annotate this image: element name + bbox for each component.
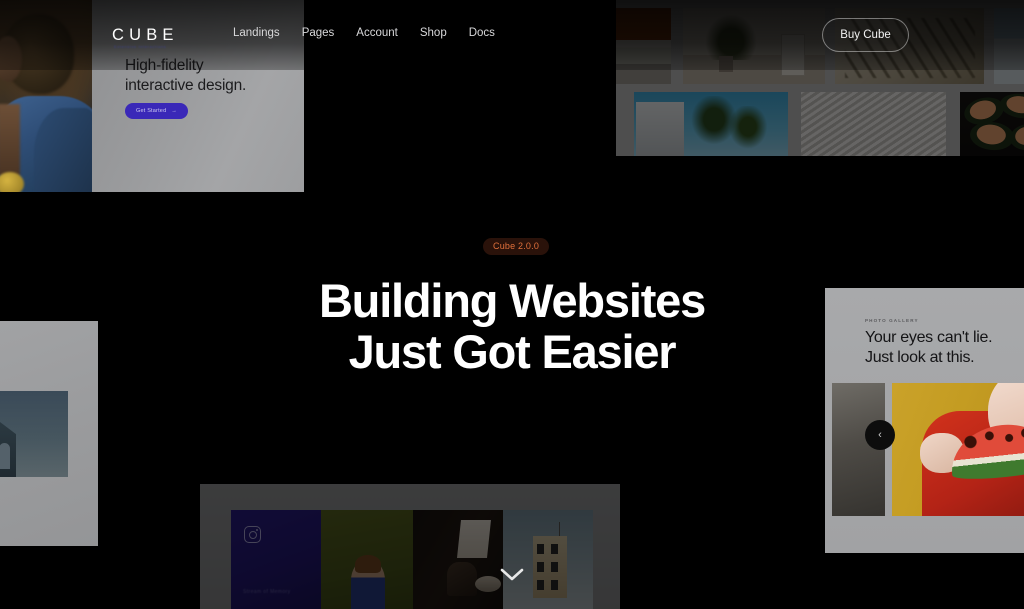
arrow-right-icon: →: [171, 108, 178, 114]
building-window: [551, 562, 558, 572]
grid-photo-palm-sky: [634, 92, 788, 156]
grid-photo-white-blinds: [801, 92, 946, 156]
page-root: High-fidelity interactive design. Get St…: [0, 0, 1024, 609]
gallery-strip: [825, 383, 1024, 516]
get-started-button[interactable]: Get Started →: [125, 103, 189, 119]
green-photo-subject-hair: [355, 555, 381, 573]
grid-photo-papaya: [960, 92, 1024, 156]
instagram-strip: Stream of Memory: [231, 510, 593, 609]
photo-gallery-card: PHOTO GALLERY Your eyes can't lie. Just …: [825, 288, 1024, 553]
building-antenna: [559, 522, 560, 537]
building-window: [537, 562, 544, 572]
instagram-label: Stream of Memory: [243, 589, 291, 595]
building-window: [551, 580, 558, 590]
nav-links: Landings Pages Account Shop Docs: [233, 27, 508, 39]
person-neck: [0, 104, 20, 176]
navbar: CUBE Extensive Interactions Landings Pag…: [0, 0, 1024, 70]
brand-logo[interactable]: CUBE: [112, 26, 179, 45]
gallery-thumb-watermelon[interactable]: [892, 383, 1024, 516]
building-window: [551, 544, 558, 554]
hero-headline-line2: interactive design.: [125, 77, 247, 95]
watermelon-slice: [947, 419, 1024, 483]
buy-cube-button[interactable]: Buy Cube: [822, 18, 909, 52]
instagram-photo-green[interactable]: [321, 510, 413, 609]
nav-item-account[interactable]: Account: [356, 27, 420, 39]
new-york-card: ↗ New York, USA: [0, 321, 98, 546]
version-badge: Cube 2.0.0: [483, 238, 550, 255]
gallery-title: Your eyes can't lie. Just look at this.: [865, 328, 1024, 369]
watermelon-seeds: [947, 419, 1024, 483]
person-jacket-lapel: [34, 108, 92, 192]
nav-item-pages[interactable]: Pages: [302, 27, 357, 39]
papaya-half-4: [1008, 121, 1024, 153]
gallery-title-line2: Just look at this.: [865, 349, 975, 367]
instagram-photo-interior[interactable]: [413, 510, 503, 609]
nav-item-shop[interactable]: Shop: [420, 27, 469, 39]
page-title-line1: Building Websites: [318, 274, 706, 327]
instagram-cta-tile[interactable]: Stream of Memory: [231, 510, 321, 609]
person-accessory: [0, 172, 24, 192]
building-window: [537, 580, 544, 590]
interior-window: [457, 520, 491, 558]
instagram-feed-card: Stream of Memory: [200, 484, 620, 609]
papaya-half-3: [968, 119, 1016, 153]
interior-object: [447, 562, 477, 596]
building-window: [537, 544, 544, 554]
brand-subtitle: Extensive Interactions: [114, 44, 167, 49]
gallery-prev-button[interactable]: ‹: [865, 420, 895, 450]
instagram-photo-building[interactable]: [503, 510, 593, 609]
new-york-photo: ↗ New York, USA: [0, 391, 68, 477]
interior-bowl: [475, 576, 501, 592]
nav-item-landings[interactable]: Landings: [233, 27, 302, 39]
instagram-icon: [244, 526, 261, 543]
new-york-label: New York, USA: [0, 447, 58, 473]
gallery-title-line1: Your eyes can't lie.: [865, 329, 993, 346]
nav-item-docs[interactable]: Docs: [469, 27, 508, 39]
get-started-label: Get Started: [136, 108, 167, 114]
chevron-down-icon[interactable]: [500, 568, 524, 582]
papaya-half-2: [998, 92, 1024, 121]
palm-tree-2: [726, 106, 770, 152]
gallery-eyebrow: PHOTO GALLERY: [865, 318, 919, 323]
white-building: [636, 102, 684, 156]
